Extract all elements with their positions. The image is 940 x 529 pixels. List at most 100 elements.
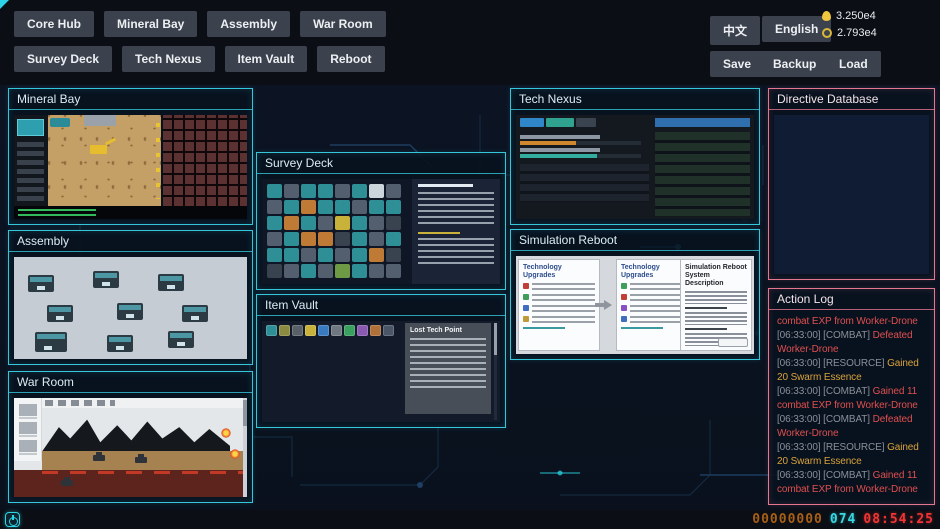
fabricator-icon	[107, 335, 133, 352]
survey-tile[interactable]	[352, 184, 367, 198]
nav-item-vault-button[interactable]: Item Vault	[225, 46, 308, 72]
survey-tile[interactable]	[352, 232, 367, 246]
item-icon[interactable]	[266, 325, 277, 336]
survey-tile[interactable]	[335, 232, 350, 246]
reboot-confirm-button[interactable]	[718, 338, 748, 347]
console-buttons	[17, 142, 44, 202]
nav-mineral-bay-button[interactable]: Mineral Bay	[104, 11, 197, 37]
survey-tile[interactable]	[284, 200, 299, 214]
survey-tile[interactable]	[318, 248, 333, 262]
survey-tile[interactable]	[284, 264, 299, 278]
survey-tile[interactable]	[335, 216, 350, 230]
lang-zh-button[interactable]: 中文	[710, 16, 760, 45]
survey-tile[interactable]	[301, 248, 316, 262]
item-icon[interactable]	[383, 325, 394, 336]
survey-tile[interactable]	[284, 232, 299, 246]
power-button[interactable]	[5, 512, 20, 527]
war-room-preview[interactable]	[14, 398, 247, 497]
action-log-list[interactable]: combat EXP from Worker-Drone[06:33:00] […	[777, 315, 930, 499]
item-icon[interactable]	[344, 325, 355, 336]
survey-tile[interactable]	[369, 232, 384, 246]
item-icon[interactable]	[357, 325, 368, 336]
nav-survey-deck-button[interactable]: Survey Deck	[14, 46, 112, 72]
scrollbar[interactable]	[494, 323, 497, 420]
survey-tile[interactable]	[369, 264, 384, 278]
nav-war-room-button[interactable]: War Room	[300, 11, 386, 37]
nav-core-hub-button[interactable]: Core Hub	[14, 11, 94, 37]
survey-tile[interactable]	[318, 216, 333, 230]
survey-tile[interactable]	[335, 200, 350, 214]
survey-tile[interactable]	[352, 216, 367, 230]
survey-tile[interactable]	[301, 232, 316, 246]
upgrade-icon	[523, 305, 529, 311]
item-icon[interactable]	[318, 325, 329, 336]
upgrade-icon	[523, 294, 529, 300]
survey-tile[interactable]	[267, 232, 282, 246]
reboot-description-column: Simulation Reboot System Description	[680, 259, 752, 351]
survey-tile[interactable]	[301, 264, 316, 278]
link-text	[621, 327, 663, 329]
survey-tile[interactable]	[386, 264, 401, 278]
lava-line	[42, 471, 243, 474]
item-icon[interactable]	[331, 325, 342, 336]
survey-tile[interactable]	[267, 200, 282, 214]
survey-tile[interactable]	[386, 216, 401, 230]
survey-tile[interactable]	[369, 184, 384, 198]
upgrade-icon	[621, 294, 627, 300]
item-icon[interactable]	[305, 325, 316, 336]
mineral-bay-preview[interactable]	[14, 115, 247, 219]
survey-tile[interactable]	[369, 248, 384, 262]
item-icon[interactable]	[370, 325, 381, 336]
survey-tile[interactable]	[284, 248, 299, 262]
survey-deck-preview[interactable]	[262, 179, 500, 284]
tech-detail-rows	[520, 164, 649, 202]
survey-tile[interactable]	[267, 216, 282, 230]
survey-tile[interactable]	[318, 200, 333, 214]
scrollbar-thumb[interactable]	[494, 323, 497, 355]
survey-tile[interactable]	[318, 232, 333, 246]
survey-tile[interactable]	[267, 184, 282, 198]
nav-tech-nexus-button[interactable]: Tech Nexus	[122, 46, 214, 72]
survey-tile[interactable]	[267, 264, 282, 278]
survey-tile[interactable]	[386, 248, 401, 262]
scrollbar[interactable]	[243, 398, 247, 497]
survey-tile[interactable]	[284, 184, 299, 198]
survey-tile[interactable]	[267, 248, 282, 262]
survey-tile[interactable]	[301, 184, 316, 198]
nav-reboot-button[interactable]: Reboot	[317, 46, 384, 72]
survey-tile[interactable]	[335, 264, 350, 278]
save-button[interactable]: Save	[710, 51, 764, 77]
simulation-reboot-preview[interactable]: Technology Upgrades Technology Upgrades …	[516, 256, 754, 354]
nav-assembly-button[interactable]: Assembly	[207, 11, 290, 37]
tab	[546, 118, 574, 127]
backup-button[interactable]: Backup	[760, 51, 829, 77]
survey-tile[interactable]	[335, 184, 350, 198]
survey-tile[interactable]	[335, 248, 350, 262]
survey-tile[interactable]	[352, 248, 367, 262]
survey-tile[interactable]	[318, 264, 333, 278]
war-toolbar	[42, 398, 243, 408]
item-icon[interactable]	[279, 325, 290, 336]
upgrade-text	[532, 305, 595, 312]
survey-tile[interactable]	[318, 184, 333, 198]
tab-active	[520, 118, 544, 127]
load-button[interactable]: Load	[826, 51, 881, 77]
lang-english-button[interactable]: English	[762, 16, 831, 42]
survey-tile[interactable]	[352, 200, 367, 214]
assembly-preview[interactable]	[14, 257, 247, 359]
upgrade-icon	[523, 283, 529, 289]
survey-tile[interactable]	[284, 216, 299, 230]
tank-icon	[61, 480, 73, 486]
survey-tile[interactable]	[386, 200, 401, 214]
item-icon[interactable]	[292, 325, 303, 336]
log-entry: combat EXP from Worker-Drone	[777, 315, 930, 329]
survey-tile[interactable]	[369, 216, 384, 230]
item-vault-preview[interactable]: Lost Tech Point	[262, 321, 500, 422]
survey-tile[interactable]	[386, 232, 401, 246]
survey-tile[interactable]	[301, 200, 316, 214]
tech-nexus-preview[interactable]	[516, 115, 754, 219]
survey-tile[interactable]	[369, 200, 384, 214]
survey-tile[interactable]	[352, 264, 367, 278]
survey-tile[interactable]	[301, 216, 316, 230]
survey-tile[interactable]	[386, 184, 401, 198]
